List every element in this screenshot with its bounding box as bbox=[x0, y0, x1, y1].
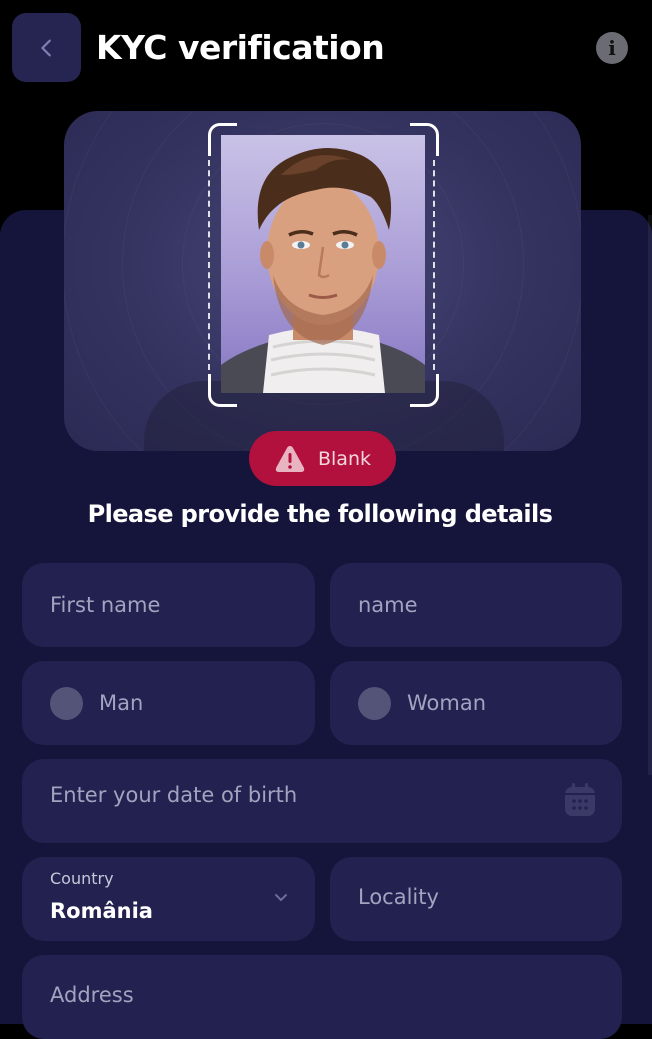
scan-frame-corner bbox=[208, 374, 237, 407]
chevron-down-icon bbox=[275, 894, 287, 901]
date-of-birth-placeholder: Enter your date of birth bbox=[50, 783, 298, 807]
status-label: Blank bbox=[317, 447, 371, 470]
selfie-photo bbox=[221, 135, 425, 393]
address-placeholder: Address bbox=[50, 983, 134, 1007]
radio-button[interactable] bbox=[50, 687, 83, 720]
info-icon[interactable]: i bbox=[596, 32, 628, 64]
country-value: România bbox=[50, 899, 153, 923]
scan-frame-corner bbox=[410, 123, 439, 156]
page-title: KYC verification bbox=[96, 28, 385, 67]
scan-frame-corner bbox=[208, 123, 237, 156]
address-field[interactable]: Address bbox=[22, 955, 622, 1039]
scrollbar[interactable] bbox=[648, 215, 652, 775]
date-of-birth-field[interactable]: Enter your date of birth bbox=[22, 759, 622, 843]
scan-frame-corner bbox=[410, 374, 439, 407]
locality-field[interactable]: Locality bbox=[330, 857, 622, 941]
gender-option-label: Woman bbox=[407, 691, 487, 715]
radio-button[interactable] bbox=[358, 687, 391, 720]
locality-placeholder: Locality bbox=[358, 885, 439, 909]
country-select[interactable]: Country România bbox=[22, 857, 315, 941]
back-button[interactable] bbox=[12, 13, 81, 82]
gender-option-woman[interactable]: Woman bbox=[330, 661, 622, 745]
last-name-placeholder: name bbox=[358, 593, 418, 617]
country-label: Country bbox=[50, 869, 114, 888]
first-name-field[interactable]: First name bbox=[22, 563, 315, 647]
scan-frame-edge bbox=[208, 160, 210, 370]
first-name-placeholder: First name bbox=[50, 593, 161, 617]
chevron-left-icon bbox=[40, 39, 51, 56]
section-heading: Please provide the following details bbox=[87, 500, 553, 528]
last-name-field[interactable]: name bbox=[330, 563, 622, 647]
scan-frame-edge bbox=[433, 160, 435, 370]
gender-option-man[interactable]: Man bbox=[22, 661, 315, 745]
status-badge: Blank bbox=[249, 431, 396, 486]
gender-option-label: Man bbox=[99, 691, 144, 715]
calendar-icon[interactable] bbox=[563, 782, 597, 818]
warning-icon bbox=[275, 445, 305, 472]
